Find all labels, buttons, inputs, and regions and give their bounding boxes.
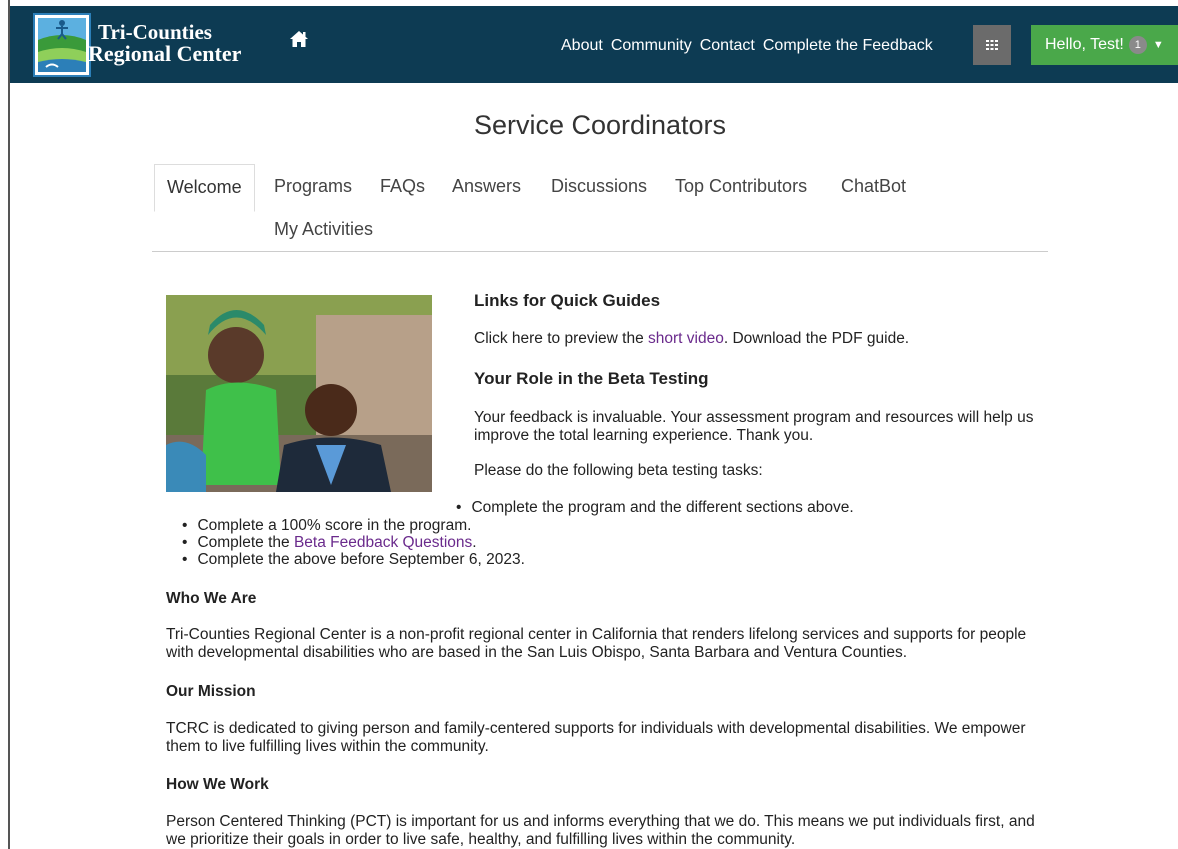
tab-my-activities[interactable]: My Activities	[274, 219, 373, 240]
short-video-link[interactable]: short video	[648, 330, 724, 347]
tab-answers[interactable]: Answers	[452, 176, 521, 197]
our-mission-text: TCRC is dedicated to giving person and f…	[166, 720, 1026, 755]
beta-role-text: Your feedback is invaluable. Your assess…	[474, 409, 1034, 444]
task-item-2: Complete a 100% score in the program.	[182, 517, 525, 534]
task-item-3: Complete the Beta Feedback Questions.	[182, 534, 525, 551]
brand-line-1: Tri-Counties	[98, 20, 212, 44]
preview-text: Click here to preview the	[474, 330, 649, 347]
download-text: . Download the	[723, 330, 832, 347]
tab-chatbot[interactable]: ChatBot	[841, 176, 906, 197]
user-greeting: Hello, Test!	[1045, 36, 1124, 53]
task-3-suffix: .	[472, 534, 477, 551]
pdf-guide-link[interactable]: PDF guide.	[832, 330, 910, 347]
nav-link-about[interactable]: About	[561, 37, 603, 55]
who-we-are-heading: Who We Are	[166, 590, 257, 607]
tab-bar: Welcome Programs FAQs Answers Discussion…	[152, 164, 1048, 252]
tasks-intro: Please do the following beta testing tas…	[474, 462, 763, 479]
task-3-prefix: Complete the	[197, 534, 294, 551]
nav-link-complete-feedback[interactable]: Complete the Feedback	[763, 37, 933, 55]
nav-link-community[interactable]: Community	[611, 37, 692, 55]
nav-link-contact[interactable]: Contact	[700, 37, 755, 55]
how-we-work-text: Person Centered Thinking (PCT) is import…	[166, 813, 1035, 848]
page-title: Service Coordinators	[473, 110, 727, 140]
featured-photo	[166, 295, 432, 492]
how-we-work-heading: How We Work	[166, 776, 269, 793]
quick-guides-heading: Links for Quick Guides	[474, 291, 661, 310]
beta-feedback-link[interactable]: Beta Feedback Questions	[294, 534, 472, 551]
user-menu-button[interactable]: Hello, Test! 1 ▼	[1031, 25, 1178, 65]
who-we-are-text: Tri-Counties Regional Center is a non-pr…	[166, 626, 1027, 661]
task-item-4: Complete the above before September 6, 2…	[182, 551, 524, 568]
our-mission-heading: Our Mission	[166, 683, 256, 700]
apps-grid-button[interactable]	[973, 25, 1011, 65]
nav-links: About Community Contact Complete the Fee…	[561, 37, 941, 55]
tab-welcome[interactable]: Welcome	[154, 164, 255, 212]
tab-programs[interactable]: Programs	[274, 176, 352, 197]
notification-badge: 1	[1128, 36, 1147, 54]
top-navbar: Tri-Counties Regional Center About Commu…	[10, 6, 1178, 83]
brand-line-2: Regional Center	[88, 41, 242, 66]
task-list: Complete a 100% score in the program. Co…	[182, 517, 525, 568]
beta-role-heading: Your Role in the Beta Testing	[474, 369, 709, 388]
tab-faqs[interactable]: FAQs	[380, 176, 425, 197]
home-icon[interactable]	[289, 30, 309, 48]
tab-top-contributors[interactable]: Top Contributors	[675, 176, 807, 197]
caret-down-icon: ▼	[1152, 39, 1164, 51]
task-item-1: Complete the program and the different s…	[456, 499, 853, 517]
tri-counties-logo-icon[interactable]	[32, 12, 92, 78]
brand-name[interactable]: Tri-Counties Regional Center	[88, 21, 241, 65]
grid-icon	[986, 40, 998, 50]
tab-discussions[interactable]: Discussions	[551, 176, 647, 197]
quick-guides-text: Click here to preview the short video. D…	[474, 330, 909, 348]
browser-viewport: Tri-Counties Regional Center About Commu…	[8, 0, 1178, 849]
